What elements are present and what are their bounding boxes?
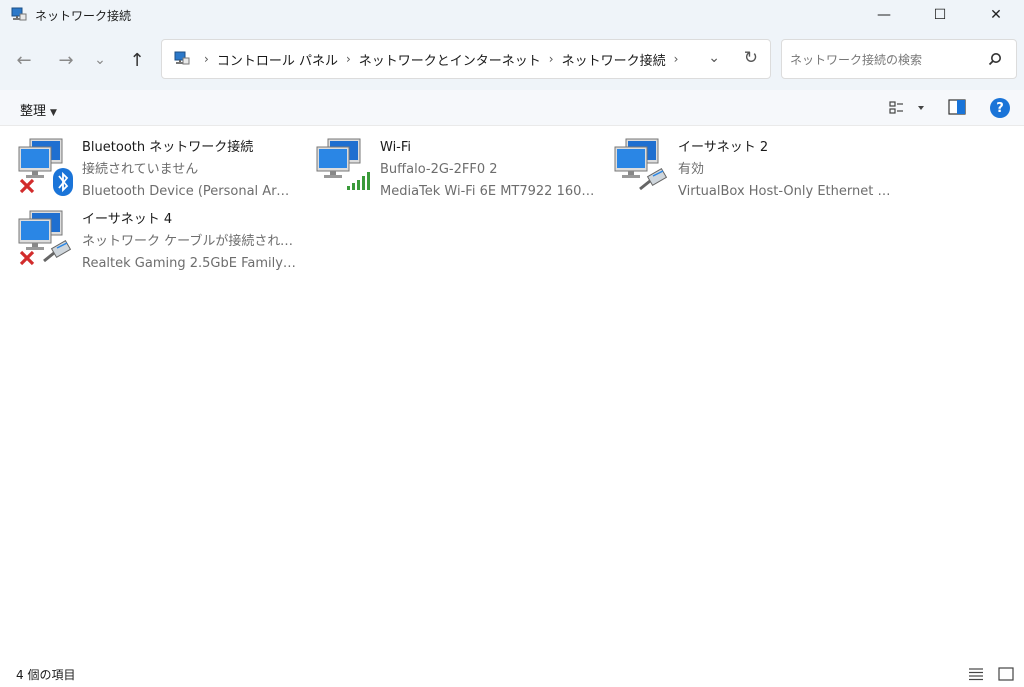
connection-item-ethernet-2[interactable]: イーサネット 2 有効 VirtualBox Host-Only Etherne…: [596, 127, 893, 199]
caret-down-icon: ▼: [50, 108, 57, 118]
details-view-icon[interactable]: [968, 667, 984, 681]
command-bar: 整理 ▼ ?: [0, 90, 1024, 126]
connection-name: イーサネット 2: [678, 140, 769, 155]
back-button[interactable]: ←: [12, 48, 36, 72]
large-icons-view-icon[interactable]: [998, 667, 1014, 681]
bluetooth-icon: [52, 167, 74, 201]
maximize-button[interactable]: ☐: [912, 0, 968, 30]
breadcrumb-separator[interactable]: ›: [346, 52, 351, 66]
breadcrumb-separator[interactable]: ›: [204, 52, 209, 66]
up-button[interactable]: ↑: [125, 48, 149, 72]
breadcrumb-control-panel[interactable]: コントロール パネル: [217, 50, 338, 69]
search-input[interactable]: [790, 50, 980, 70]
breadcrumb-separator[interactable]: ›: [674, 52, 679, 66]
preview-pane-icon[interactable]: [948, 99, 966, 115]
help-icon[interactable]: ?: [990, 98, 1010, 118]
change-view-icon[interactable]: [889, 99, 929, 117]
title-bar: ネットワーク接続 — ☐ ✕: [0, 0, 1024, 30]
navigation-bar: ← → ⌄ ↑ › コントロール パネル › ネットワークとインターネット › …: [0, 30, 1024, 90]
close-button[interactable]: ✕: [968, 0, 1024, 30]
breadcrumb-network-internet[interactable]: ネットワークとインターネット: [359, 50, 541, 69]
connections-list: Bluetooth ネットワーク接続 接続されていません Bluetooth D…: [0, 127, 1024, 657]
connection-name: Bluetooth ネットワーク接続: [82, 140, 254, 155]
connection-device: VirtualBox Host-Only Ethernet Ad...: [678, 184, 893, 199]
connection-item-bluetooth[interactable]: Bluetooth ネットワーク接続 接続されていません Bluetooth D…: [0, 127, 297, 199]
item-count: 4 個の項目: [16, 668, 76, 682]
connection-status: ネットワーク ケーブルが接続されていま...: [82, 234, 297, 249]
organize-label: 整理: [20, 104, 47, 119]
connection-status: 接続されていません: [82, 162, 199, 177]
address-bar[interactable]: › コントロール パネル › ネットワークとインターネット › ネットワーク接続…: [161, 39, 771, 79]
control-panel-icon: [172, 50, 190, 68]
wifi-signal-icon: [346, 171, 372, 195]
disconnected-x-icon: [18, 177, 36, 199]
connection-name: Wi-Fi: [380, 140, 412, 155]
connection-device: MediaTek Wi-Fi 6E MT7922 160M...: [380, 184, 595, 199]
ethernet-cable-icon: [638, 167, 670, 195]
search-box: [781, 39, 1017, 79]
recent-locations-button[interactable]: ⌄: [88, 48, 112, 72]
status-bar: 4 個の項目: [0, 657, 1024, 687]
connection-item-ethernet-4[interactable]: イーサネット 4 ネットワーク ケーブルが接続されていま... Realtek …: [0, 199, 297, 271]
organize-button[interactable]: 整理 ▼: [20, 100, 57, 119]
connection-item-wifi[interactable]: Wi-Fi Buffalo-2G-2FF0 2 MediaTek Wi-Fi 6…: [298, 127, 595, 199]
minimize-button[interactable]: —: [856, 0, 912, 30]
connection-status: 有効: [678, 162, 705, 177]
search-icon[interactable]: [988, 52, 1002, 66]
forward-button[interactable]: →: [54, 48, 78, 72]
window-title: ネットワーク接続: [35, 8, 132, 23]
breadcrumb: › コントロール パネル › ネットワークとインターネット › ネットワーク接続…: [196, 50, 686, 69]
connection-name: イーサネット 4: [82, 212, 173, 227]
breadcrumb-network-connections[interactable]: ネットワーク接続: [562, 50, 666, 69]
disconnected-x-icon: [18, 249, 36, 271]
ethernet-cable-icon: [42, 239, 74, 267]
connection-device: Realtek Gaming 2.5GbE Family Co...: [82, 256, 297, 271]
connection-status: Buffalo-2G-2FF0 2: [380, 162, 498, 177]
breadcrumb-separator[interactable]: ›: [549, 52, 554, 66]
refresh-button[interactable]: ↻: [744, 48, 758, 68]
address-dropdown-button[interactable]: ⌄: [708, 50, 720, 66]
window-controls: — ☐ ✕: [856, 0, 1024, 30]
network-connections-icon: [9, 6, 27, 24]
